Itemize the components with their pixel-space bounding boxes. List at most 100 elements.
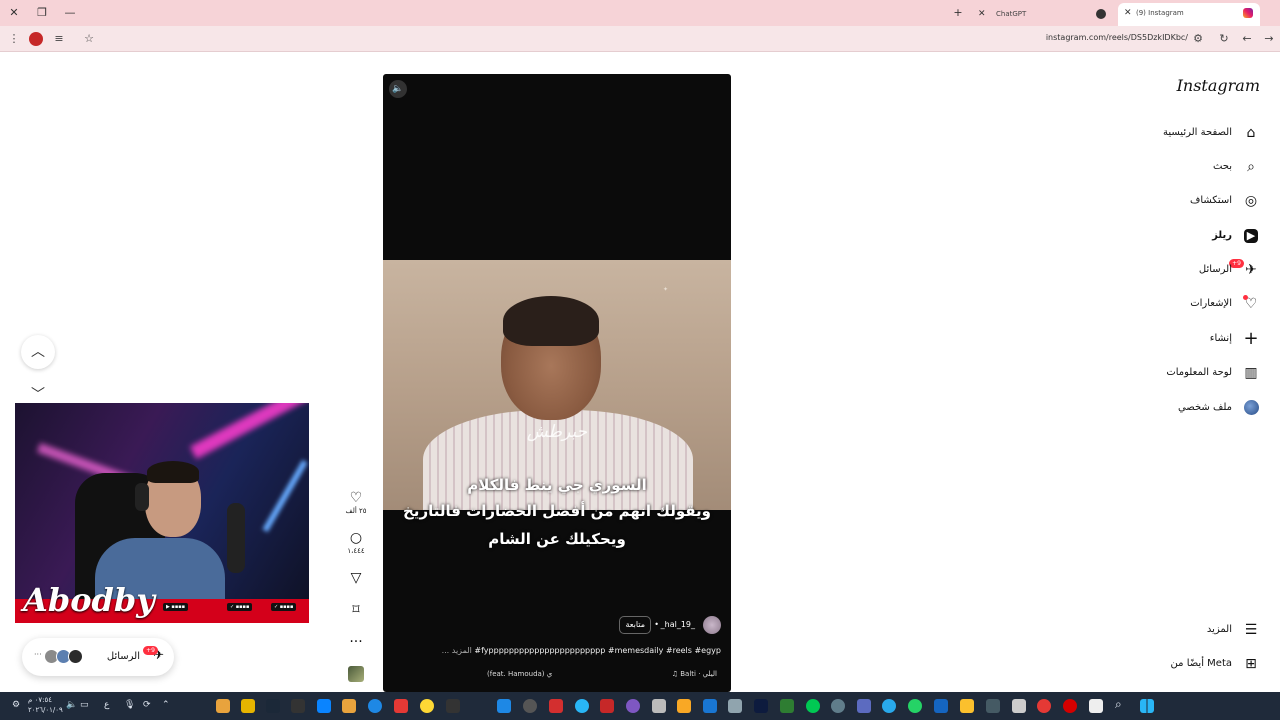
- nav-explore[interactable]: ◎ استكشاف: [1120, 190, 1260, 214]
- app-icon[interactable]: [216, 699, 230, 713]
- app-icon[interactable]: [960, 699, 974, 713]
- follow-button[interactable]: متابعة: [619, 616, 651, 634]
- comment-icon: ○: [349, 530, 363, 546]
- chrome-icon[interactable]: [1037, 699, 1051, 713]
- app-icon[interactable]: [703, 699, 717, 713]
- nav-label: إنشاء: [1209, 333, 1232, 344]
- previous-reel-button[interactable]: ︿: [21, 335, 55, 369]
- reel-caption[interactable]: ... المزيد #fyppppppppppppppppppppppp #m…: [431, 646, 721, 655]
- restore-window-icon[interactable]: ❐: [34, 5, 50, 21]
- comment-button[interactable]: ○ ١،٤٤٤: [344, 530, 368, 555]
- app-icon[interactable]: [831, 699, 845, 713]
- photoshop-icon[interactable]: [754, 699, 768, 713]
- nav-profile[interactable]: ملف شخصي: [1120, 397, 1260, 421]
- whatsapp-icon[interactable]: [908, 699, 922, 713]
- opera-extension-icon[interactable]: [29, 32, 43, 46]
- app-icon[interactable]: [394, 699, 408, 713]
- nav-notifications[interactable]: ♡ الإشعارات: [1120, 293, 1260, 317]
- like-button[interactable]: ♡ ٢٥ ألف: [344, 490, 368, 515]
- file-explorer-icon[interactable]: [677, 699, 691, 713]
- app-icon[interactable]: [652, 699, 666, 713]
- network-icon[interactable]: ▭: [80, 700, 89, 710]
- nav-label: الرسائل: [1198, 264, 1232, 275]
- address-bar: ⋮ ≡ ☆ instagram.com/reels/DS5DzkIDKbc/ ⚙…: [0, 26, 1280, 52]
- volume-icon[interactable]: 🔈: [389, 80, 407, 98]
- audio-track-feat[interactable]: (feat. Hamouda) ي: [487, 670, 552, 678]
- reel-video[interactable]: 🔈 ✦ حبرطش السوري جي ينط فالكلام ويقولك ا…: [383, 74, 731, 692]
- neon-light: [189, 403, 309, 460]
- forward-icon[interactable]: ←: [1239, 31, 1255, 47]
- plus-icon: +: [1243, 328, 1259, 349]
- bookmark-star-icon[interactable]: ☆: [81, 31, 97, 47]
- sync-icon[interactable]: ⟳: [143, 700, 151, 710]
- video-watermark: ✦: [663, 286, 669, 293]
- search-icon: ⌕: [1247, 159, 1255, 175]
- author-name[interactable]: _hal_19_: [661, 620, 695, 629]
- app-icon[interactable]: [1012, 699, 1026, 713]
- search-icon[interactable]: ⌕: [1115, 697, 1122, 712]
- instagram-logo[interactable]: Instagram: [1168, 76, 1260, 95]
- app-icon[interactable]: [728, 699, 742, 713]
- app-icon[interactable]: [291, 699, 305, 713]
- app-icon[interactable]: [420, 699, 434, 713]
- app-icon[interactable]: [600, 699, 614, 713]
- tab-close-icon[interactable]: ✕: [1124, 3, 1132, 24]
- url-text[interactable]: instagram.com/reels/DS5DzkIDKbc/: [1000, 33, 1188, 42]
- steam-icon[interactable]: [266, 699, 280, 713]
- nav-create[interactable]: + إنشاء: [1120, 328, 1260, 352]
- app-icon[interactable]: [986, 699, 1000, 713]
- tray-chevron-icon[interactable]: ⌃: [162, 700, 170, 710]
- tab-chatgpt[interactable]: ✕ ChatGPT: [972, 4, 1112, 24]
- audio-thumbnail[interactable]: [348, 666, 364, 682]
- app-icon[interactable]: [497, 699, 511, 713]
- nav-more[interactable]: ☰ المزيد: [1120, 619, 1260, 643]
- more-options-button[interactable]: ···: [344, 634, 368, 650]
- new-tab-icon[interactable]: +: [950, 5, 966, 21]
- caption-more-link[interactable]: ... المزيد: [442, 646, 472, 655]
- nav-reels[interactable]: ▶ ريلز: [1120, 225, 1260, 249]
- share-button[interactable]: ▽: [344, 570, 368, 586]
- tab-close-icon[interactable]: ✕: [978, 4, 986, 24]
- save-button[interactable]: ⌑: [344, 602, 368, 618]
- taskbar-time: ٠٧:٥٤ م: [28, 696, 52, 704]
- app-icon[interactable]: [342, 699, 356, 713]
- nav-search[interactable]: ⌕ بحث: [1120, 156, 1260, 180]
- wifi-icon[interactable]: ⚙: [12, 700, 20, 710]
- windows-start-icon[interactable]: [1140, 699, 1154, 713]
- app-icon[interactable]: [368, 699, 382, 713]
- tab-instagram[interactable]: ✕ (9) Instagram: [1118, 3, 1260, 26]
- app-icon[interactable]: [806, 699, 820, 713]
- minimize-window-icon[interactable]: —: [62, 5, 78, 21]
- nav-messages[interactable]: ✈ +9 الرسائل: [1120, 259, 1260, 283]
- close-window-icon[interactable]: ✕: [6, 5, 22, 21]
- audio-track[interactable]: ♫ Balti · اليلي: [672, 670, 717, 678]
- messages-floating-button[interactable]: ··· الرسائل ✈ +9: [22, 638, 174, 676]
- telegram-icon[interactable]: [882, 699, 896, 713]
- language-indicator[interactable]: ع: [104, 700, 109, 710]
- nav-home[interactable]: ⌂ الصفحة الرئيسية: [1120, 122, 1260, 146]
- mic-icon[interactable]: 🎙: [124, 700, 135, 710]
- subtitle-line: ويحكيلك عن الشام: [488, 530, 626, 548]
- back-icon[interactable]: →: [1261, 31, 1277, 47]
- app-icon[interactable]: [523, 699, 537, 713]
- site-settings-icon[interactable]: ⚙: [1190, 31, 1206, 47]
- app-icon[interactable]: [446, 699, 460, 713]
- nav-dashboard[interactable]: ▥ لوحة المعلومات: [1120, 362, 1260, 386]
- reload-icon[interactable]: ↻: [1216, 31, 1232, 47]
- app-icon[interactable]: [934, 699, 948, 713]
- app-icon[interactable]: [857, 699, 871, 713]
- opera-icon[interactable]: [1063, 699, 1077, 713]
- reading-list-icon[interactable]: ≡: [51, 31, 67, 47]
- app-icon[interactable]: [1089, 699, 1103, 713]
- app-icon[interactable]: [241, 699, 255, 713]
- app-icon[interactable]: [626, 699, 640, 713]
- author-avatar[interactable]: [703, 616, 721, 634]
- app-icon[interactable]: [780, 699, 794, 713]
- nav-also-from-meta[interactable]: ⊞ أيضًا من Meta: [1120, 653, 1260, 677]
- app-icon[interactable]: [575, 699, 589, 713]
- instagram-favicon-icon: [1243, 8, 1253, 18]
- app-icon[interactable]: [317, 699, 331, 713]
- volume-icon[interactable]: 🔈: [66, 700, 77, 710]
- menu-icon[interactable]: ⋮: [6, 31, 22, 47]
- app-icon[interactable]: [549, 699, 563, 713]
